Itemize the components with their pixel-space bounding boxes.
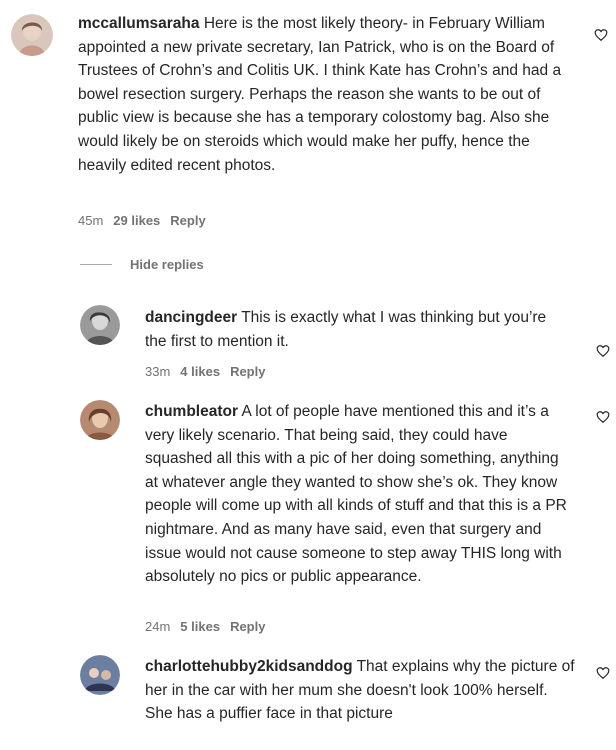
comment-username[interactable]: mccallumsaraha xyxy=(78,15,200,32)
avatar[interactable] xyxy=(80,655,120,695)
reply-text: chumbleator A lot of people have mention… xyxy=(145,400,575,589)
comment-text: mccallumsaraha Here is the most likely t… xyxy=(78,12,568,177)
reply-meta: 24m 5 likes Reply xyxy=(145,619,265,634)
avatar[interactable] xyxy=(11,14,53,56)
reply-body: A lot of people have mentioned this and … xyxy=(145,403,567,586)
reply-timestamp: 33m xyxy=(145,364,171,379)
reply-username[interactable]: charlottehubby2kidsanddog xyxy=(145,658,353,675)
comment-body: Here is the most likely theory- in Febru… xyxy=(78,15,562,174)
reply-button[interactable]: Reply xyxy=(170,213,205,228)
avatar[interactable] xyxy=(80,400,120,440)
hide-replies-button[interactable]: Hide replies xyxy=(80,257,204,272)
reply-timestamp: 24m xyxy=(145,619,171,634)
heart-outline-icon[interactable] xyxy=(594,28,608,42)
comment-timestamp: 45m xyxy=(78,213,104,228)
reply-likes-count[interactable]: 4 likes xyxy=(180,364,220,379)
avatar[interactable] xyxy=(80,305,120,345)
reply-text: dancingdeer This is exactly what I was t… xyxy=(145,306,570,353)
reply-text: charlottehubby2kidsanddog That explains … xyxy=(145,655,575,726)
reply-button[interactable]: Reply xyxy=(230,364,265,379)
reply-meta: 33m 4 likes Reply xyxy=(145,364,265,379)
comment-meta: 45m 29 likes Reply xyxy=(78,213,206,228)
heart-outline-icon[interactable] xyxy=(596,344,610,358)
reply-button[interactable]: Reply xyxy=(230,619,265,634)
divider-line xyxy=(80,264,112,265)
hide-replies-label: Hide replies xyxy=(130,257,204,272)
reply-username[interactable]: dancingdeer xyxy=(145,309,237,326)
comment-likes-count[interactable]: 29 likes xyxy=(113,213,160,228)
heart-outline-icon[interactable] xyxy=(596,410,610,424)
reply-username[interactable]: chumbleator xyxy=(145,403,238,420)
reply-likes-count[interactable]: 5 likes xyxy=(180,619,220,634)
heart-outline-icon[interactable] xyxy=(596,666,610,680)
